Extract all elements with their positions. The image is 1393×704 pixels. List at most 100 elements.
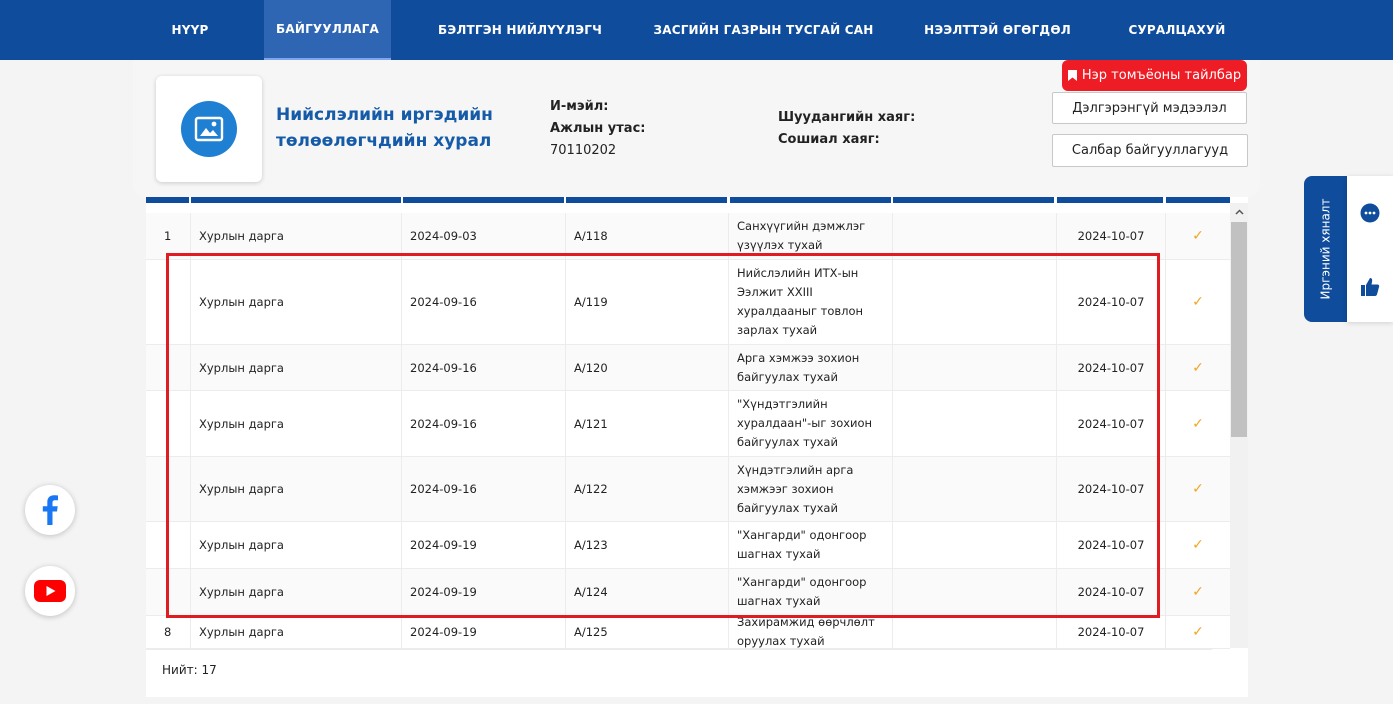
organization-logo <box>156 76 262 182</box>
nav-item-suppliers[interactable]: БЭЛТГЭН НИЙЛҮҮЛЭГЧ <box>430 0 610 60</box>
cell-posted: 2024-10-07 <box>1057 345 1166 390</box>
cell-idx <box>146 569 191 615</box>
cell-posted: 2024-10-07 <box>1057 457 1166 521</box>
table-row: 1 Хурлын дарга 2024-09-03 А/118 Санхүүгийн д… <box>146 213 1230 260</box>
citizen-feedback-panel: Иргэний хяналт <box>1304 176 1393 322</box>
cell-idx <box>146 345 191 390</box>
table-row: Хурлын дарга 2024-09-16 А/121 "Хүндэтгэлийн… <box>146 391 1230 457</box>
cell-date: 2024-09-16 <box>402 457 566 521</box>
social-label-text: Сошиал хаяг: <box>778 132 880 147</box>
cell-topic: Арга хэмжээ зохион байгуулах тухай <box>729 345 893 390</box>
cell-signer: Хурлын дарга <box>191 569 402 615</box>
check-icon: ✓ <box>1192 537 1204 553</box>
cell-extra <box>893 457 1057 521</box>
cell-date: 2024-09-16 <box>402 345 566 390</box>
nav-item-learning[interactable]: СУРАЛЦАХУЙ <box>1117 0 1237 60</box>
nav-item-home[interactable]: НҮҮР <box>150 0 230 60</box>
cell-number: А/122 <box>566 457 729 521</box>
cell-signer: Хурлын дарга <box>191 259 402 344</box>
cell-number: А/119 <box>566 259 729 344</box>
total-count: Нийт: 17 <box>162 663 217 677</box>
contact-email: И-мэйл: <box>550 96 608 118</box>
chat-icon[interactable] <box>1360 203 1380 223</box>
table-footer-divider <box>146 649 1212 650</box>
cell-extra <box>893 616 1057 648</box>
cell-topic: Санхүүгийн дэмжлэг үзүүлэх тухай <box>729 213 893 259</box>
cell-extra <box>893 391 1057 456</box>
check-icon: ✓ <box>1192 293 1204 310</box>
cell-number: А/120 <box>566 345 729 390</box>
cell-extra <box>893 522 1057 568</box>
cell-signer: Хурлын дарга <box>191 616 402 648</box>
organization-name: Нийслэлийн иргэдийн төлөөлөгчдийн хурал <box>276 105 493 151</box>
cell-date: 2024-09-19 <box>402 522 566 568</box>
glossary-button[interactable]: Нэр томъёоны тайлбар <box>1062 60 1247 91</box>
table-row: Хурлын дарга 2024-09-16 А/122 Хүндэтгэлийн … <box>146 457 1230 522</box>
cell-signer: Хурлын дарга <box>191 522 402 568</box>
image-icon <box>181 101 237 157</box>
cell-extra <box>893 569 1057 615</box>
check-icon: ✓ <box>1192 228 1204 244</box>
cell-posted: 2024-10-07 <box>1057 616 1166 648</box>
cell-idx: 1 <box>146 213 191 259</box>
cell-extra <box>893 213 1057 259</box>
mail-address-label: Шуудангийн хаяг: <box>778 107 915 129</box>
citizen-feedback-tab[interactable]: Иргэний хяналт <box>1304 176 1347 322</box>
contact-phone-value: 70110202 <box>550 143 617 158</box>
bookmark-icon <box>1067 70 1077 81</box>
youtube-link[interactable] <box>25 566 75 616</box>
nav-item-open-data[interactable]: НЭЭЛТТЭЙ ӨГӨГДӨЛ <box>915 0 1080 60</box>
table-header-col-4 <box>566 197 727 203</box>
contact-phone-label: Ажлын утас: <box>550 118 645 140</box>
branches-button[interactable]: Салбар байгууллагууд <box>1052 134 1248 167</box>
table-header-col-2 <box>191 197 401 203</box>
table-header-col-8 <box>1166 197 1230 203</box>
cell-posted: 2024-10-07 <box>1057 569 1166 615</box>
top-nav: НҮҮР БАЙГУУЛЛАГА БЭЛТГЭН НИЙЛҮҮЛЭГЧ ЗАСГ… <box>0 0 1393 61</box>
cell-idx <box>146 522 191 568</box>
facebook-link[interactable] <box>25 485 75 535</box>
table-header-col-1 <box>146 197 189 203</box>
cell-idx <box>146 457 191 521</box>
table-row: Хурлын дарга 2024-09-19 А/124 "Хангарди" од… <box>146 569 1230 616</box>
table-scrollbar-thumb[interactable] <box>1231 222 1247 437</box>
cell-date: 2024-09-19 <box>402 616 566 648</box>
cell-topic: "Хүндэтгэлийн хуралдаан"-ыг зохион байгу… <box>729 391 893 456</box>
cell-posted: 2024-10-07 <box>1057 213 1166 259</box>
cell-number: А/124 <box>566 569 729 615</box>
phone-label: Ажлын утас: <box>550 121 646 136</box>
chevron-up-icon[interactable] <box>1232 205 1246 219</box>
cell-signer: Хурлын дарга <box>191 391 402 456</box>
table-row: 8 Хурлын дарга 2024-09-19 А/125 Захирамжид ө… <box>146 615 1230 649</box>
social-label: Сошиал хаяг: <box>778 129 880 151</box>
nav-item-special-funds[interactable]: ЗАСГИЙН ГАЗРЫН ТУСГАЙ САН <box>650 0 877 60</box>
cell-topic: "Хангарди" одонгоор шагнах тухай <box>729 569 893 615</box>
table-row: Хурлын дарга 2024-09-16 А/120 Арга хэмжээ з… <box>146 345 1230 391</box>
cell-topic: Нийслэлийн ИТХ-ын Ээлжит XXIII хуралдаан… <box>729 259 893 344</box>
table-row: Хурлын дарга 2024-09-16 А/119 Нийслэлийн ИТ… <box>146 259 1230 345</box>
cell-posted: 2024-10-07 <box>1057 391 1166 456</box>
thumbs-up-icon[interactable] <box>1360 277 1380 297</box>
cell-signer: Хурлын дарга <box>191 457 402 521</box>
table-header-col-7 <box>1057 197 1163 203</box>
table-header-col-3 <box>403 197 564 203</box>
table-header-col-5 <box>730 197 891 203</box>
cell-date: 2024-09-03 <box>402 213 566 259</box>
nav-item-organization[interactable]: БАЙГУУЛЛАГА <box>264 0 391 61</box>
table-header-col-6 <box>893 197 1054 203</box>
cell-topic: "Хангарди" одонгоор шагнах тухай <box>729 522 893 568</box>
details-button[interactable]: Дэлгэрэнгүй мэдээлэл <box>1052 92 1247 124</box>
cell-date: 2024-09-19 <box>402 569 566 615</box>
check-icon: ✓ <box>1192 359 1204 376</box>
check-icon: ✓ <box>1192 584 1204 600</box>
cell-number: А/123 <box>566 522 729 568</box>
cell-date: 2024-09-16 <box>402 391 566 456</box>
cell-idx: 8 <box>146 616 191 648</box>
cell-extra <box>893 345 1057 390</box>
cell-date: 2024-09-16 <box>402 259 566 344</box>
email-label: И-мэйл: <box>550 99 609 114</box>
check-icon: ✓ <box>1192 624 1204 640</box>
cell-idx <box>146 259 191 344</box>
cell-posted: 2024-10-07 <box>1057 259 1166 344</box>
table-row: Хурлын дарга 2024-09-19 А/123 "Хангарди" од… <box>146 522 1230 569</box>
